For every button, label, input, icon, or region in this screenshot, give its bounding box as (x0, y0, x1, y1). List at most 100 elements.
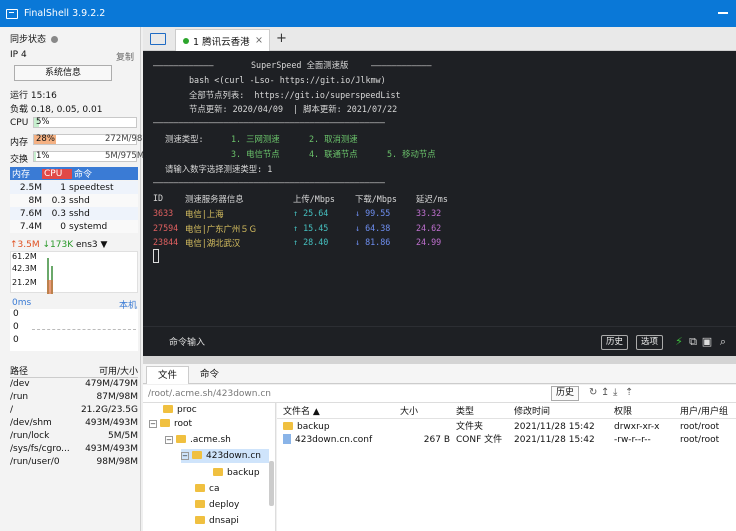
process-row[interactable]: 7.6M 0.3 sshd (10, 207, 138, 220)
disk-path: /sys/fs/cgro... (10, 444, 70, 454)
history-button[interactable]: 历史 (601, 335, 629, 350)
command-input[interactable]: 命令输入 (169, 335, 205, 348)
tree-node[interactable]: − .acme.sh (165, 433, 231, 447)
folder-icon (195, 500, 205, 508)
proc-header-mem[interactable]: 内存 (10, 167, 42, 180)
net-download: ↓173K (42, 240, 74, 250)
header-name[interactable]: 文件名 ▲ (283, 405, 320, 419)
system-info-button[interactable]: 系统信息 (14, 65, 112, 81)
process-cpu: 0.3 (51, 208, 66, 219)
copy-icon[interactable]: ⧉ (687, 335, 699, 348)
term-line: bash <(curl -Lso- https://git.io/Jlkmw) (189, 75, 386, 85)
tab-commands[interactable]: 命令 (189, 366, 230, 384)
minimize-icon[interactable] (718, 12, 728, 14)
file-mtime: 2021/11/28 15:42 (514, 435, 595, 445)
process-row[interactable]: 2.5M 1 speedtest (10, 181, 138, 194)
sync-status: 同步状态 (10, 32, 59, 45)
tree-node[interactable]: − root (149, 417, 192, 431)
disk-row: /run/user/0 98M/98M (10, 456, 138, 468)
upload-icon[interactable]: ↥ (601, 387, 609, 398)
file-row[interactable]: backup 文件夹 2021/11/28 15:42 drwxr-xr-x r… (277, 420, 736, 433)
disk-usage: 479M/479M (85, 379, 138, 389)
disk-row: /dev/shm 493M/493M (10, 417, 138, 429)
proc-header-cpu[interactable]: CPU (42, 168, 72, 179)
term-rule-right: ———————————— (371, 60, 432, 70)
search-icon[interactable]: ⌕ (717, 335, 729, 348)
folder-icon (192, 451, 202, 459)
cpu-value: 5% (36, 117, 50, 127)
disk-header-usage[interactable]: 可用/大小 (72, 364, 138, 377)
file-row[interactable]: 423down.cn.conf 267 B CONF 文件 2021/11/28… (277, 433, 736, 446)
close-icon[interactable]: × (255, 35, 263, 46)
process-row[interactable]: 8M 0.3 sshd (10, 194, 138, 207)
proc-header-cmd[interactable]: 命令 (72, 167, 92, 180)
file-mtime: 2021/11/28 15:42 (514, 422, 595, 432)
command-input-bar[interactable]: 命令输入 历史 选项 ⚡ ⧉ ▣ ⌕ (143, 326, 736, 356)
term-line: 全部节点列表: https://git.io/superspeedList (189, 90, 401, 100)
header-perm[interactable]: 权限 (614, 405, 632, 419)
path-bar: /root/.acme.sh/423down.cn 历史 ↻ ↥ ⤓ ⇡ (143, 385, 736, 403)
tab-session[interactable]: 1 腾讯云香港 × (175, 29, 270, 51)
ping-label: 0ms (12, 298, 32, 308)
folder-icon (213, 468, 223, 476)
result-up: ↑ 15.45 (293, 223, 329, 233)
collapse-icon[interactable]: − (165, 436, 173, 444)
tree-node-label: dnsapi (209, 516, 239, 526)
process-cmd: sshd (69, 208, 90, 219)
disk-row: /dev 479M/479M (10, 378, 138, 390)
disk-row: /run 87M/98M (10, 391, 138, 403)
lightning-icon[interactable]: ⚡ (673, 335, 685, 348)
header-mtime[interactable]: 修改时间 (514, 405, 550, 419)
swap-total: 5M/975M (105, 151, 145, 161)
term-option: 1. 三网测速 (231, 134, 280, 144)
disk-usage: 493M/493M (85, 418, 138, 428)
collapse-icon[interactable]: − (149, 420, 157, 428)
tree-node-label: .acme.sh (190, 435, 231, 445)
upload-file-icon[interactable]: ⇡ (625, 387, 633, 398)
ping-graph: 0 0 0 (10, 309, 138, 351)
panel-splitter[interactable] (143, 356, 736, 364)
term-header-up: 上传/Mbps (293, 194, 335, 204)
tree-node[interactable]: deploy (195, 498, 239, 512)
disk-header-path[interactable]: 路径 (10, 364, 72, 377)
tree-node-selected[interactable]: − 423down.cn (181, 449, 269, 463)
disk-usage: 21.2G/23.5G (80, 405, 138, 415)
net-interface-select[interactable]: ens3 ▼ (76, 240, 107, 250)
refresh-icon[interactable]: ↻ (589, 387, 597, 398)
tree-node-label: proc (177, 405, 197, 415)
tree-scrollbar[interactable] (269, 461, 274, 506)
process-row[interactable]: 7.4M 0 systemd (10, 220, 138, 233)
path-input[interactable]: /root/.acme.sh/423down.cn (148, 389, 271, 399)
copy-ip-button[interactable]: 复制 (116, 50, 134, 63)
header-owner[interactable]: 用户/用户组 (680, 405, 728, 419)
folder-icon[interactable] (150, 33, 166, 45)
download-icon[interactable]: ⤓ (613, 387, 617, 398)
terminal[interactable]: ———————————— SuperSpeed 全面测速版 ——————————… (143, 51, 736, 326)
tree-node-label: root (174, 419, 193, 429)
tree-node[interactable]: backup (213, 466, 260, 480)
paste-icon[interactable]: ▣ (701, 335, 713, 348)
result-latency: 24.62 (416, 223, 442, 233)
process-cmd: speedtest (69, 182, 114, 193)
tab-files[interactable]: 文件 (146, 366, 190, 384)
status-dot-icon (51, 36, 59, 43)
term-banner: SuperSpeed 全面测速版 (251, 60, 349, 70)
file-owner: root/root (680, 435, 720, 445)
header-size[interactable]: 大小 (400, 405, 418, 419)
path-history-button[interactable]: 历史 (551, 386, 580, 401)
disk-path: /run/lock (10, 431, 50, 441)
tree-node[interactable]: ca (195, 482, 219, 496)
tree-node[interactable]: proc (163, 403, 197, 417)
tree-node[interactable]: dnsapi (195, 514, 239, 528)
collapse-icon[interactable]: − (181, 452, 189, 460)
add-tab-button[interactable]: + (276, 31, 287, 46)
ping-tick: 0 (13, 335, 19, 345)
network-graph: 61.2M 42.3M 21.2M (10, 251, 138, 294)
header-type[interactable]: 类型 (456, 405, 474, 419)
terminal-cursor (153, 249, 159, 263)
session-tab-bar: 1 腾讯云香港 × + (143, 27, 736, 51)
options-button[interactable]: 选项 (636, 335, 664, 350)
tree-node-label: ca (209, 484, 220, 494)
term-header-down: 下载/Mbps (355, 194, 397, 204)
disk-table-header: 路径 可用/大小 (10, 364, 138, 378)
